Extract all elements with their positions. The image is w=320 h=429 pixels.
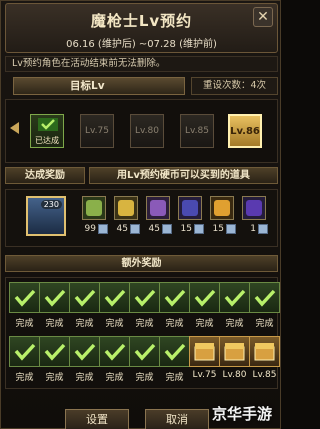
coin-icon [194,224,204,234]
shop-item-4[interactable] [178,196,202,220]
extra-reward-cell[interactable]: 完成 [9,336,40,385]
extra-reward-cell[interactable]: 完成 [39,282,70,331]
extra-reward-cell[interactable]: Lv.85 [249,336,280,385]
left-arrow-icon[interactable] [10,122,19,134]
check-icon [39,336,70,367]
reward-chest-icon [249,336,280,367]
extra-reward-cell[interactable]: 完成 [99,336,130,385]
check-icon [69,282,100,313]
window-title: 魔枪士Lv预约 [90,12,193,30]
extra-reward-cell[interactable]: 完成 [249,282,280,331]
check-icon [99,282,130,313]
level-slot-80[interactable]: Lv.80 [130,114,164,148]
reward-chest-icon [219,336,250,367]
extra-reward-grid: 完成 完成 完成 完成 完成 完成 完成 完成 完成 完成 完成 完成 完成 完成 完成 Lv.75 Lv.80… [5,277,280,389]
coin-icon [98,224,108,234]
check-icon [9,282,40,313]
check-icon [39,282,70,313]
shop-item-1[interactable] [82,196,106,220]
achieve-reward-header: 达成奖励 [5,167,85,184]
extra-reward-label: Lv.85 [252,370,277,380]
close-button[interactable]: ✕ [253,7,273,27]
target-level-label: 目标Lv [13,77,185,95]
coin-icon [258,224,268,234]
notice-text: Lv预约角色在活动结束前无法删除。 [5,56,278,72]
shop-item-5[interactable] [210,196,234,220]
extra-reward-cell[interactable]: 完成 [129,282,160,331]
item-qty: 15 [212,224,224,234]
check-icon [189,282,220,313]
level-slot-achieved[interactable]: 已达成 [30,114,64,148]
check-icon [99,336,130,367]
extra-reward-cell[interactable]: 完成 [69,282,100,331]
level-slot-75[interactable]: Lv.75 [80,114,114,148]
extra-reward-cell[interactable]: 完成 [159,282,190,331]
shop-item-2[interactable] [114,196,138,220]
level-slot-85[interactable]: Lv.85 [180,114,214,148]
check-icon [159,282,190,313]
level-slot-label: 已达成 [35,136,59,145]
extra-reward-cell[interactable]: 完成 [129,336,160,385]
extra-reward-cell[interactable]: 完成 [189,282,220,331]
coin-shop-header: 用Lv预约硬币可以买到的道具 [89,167,278,184]
item-qty: 1 [250,224,256,234]
coin-icon [130,224,140,234]
watermark-logo: 京华手游 [211,405,272,423]
lv-reservation-window: 魔枪士Lv预约 06.16 (维护后) ~07.28 (维护前) ✕ Lv预约角… [0,0,281,429]
coin-icon [226,224,236,234]
check-icon [219,282,250,313]
shop-item-6[interactable] [242,196,266,220]
extra-reward-cell[interactable]: 完成 [219,282,250,331]
item-qty: 45 [148,224,160,234]
item-qty: 15 [180,224,192,234]
reward-chest-icon [189,336,220,367]
coin-icon [162,224,172,234]
level-selector: 已达成 Lv.75 Lv.80 Lv.85 Lv.86 [5,99,278,163]
item-qty: 99 [84,224,96,234]
cancel-button[interactable]: 取消 [145,409,209,429]
event-date-range: 06.16 (维护后) ~07.28 (维护前) [66,39,217,50]
item-qty: 45 [116,224,128,234]
check-icon [129,336,160,367]
extra-reward-cell[interactable]: Lv.80 [219,336,250,385]
check-icon [9,336,40,367]
extra-reward-cell[interactable]: 完成 [99,282,130,331]
window-header: 魔枪士Lv预约 06.16 (维护后) ~07.28 (维护前) ✕ [5,3,278,53]
extra-reward-cell[interactable]: 完成 [69,336,100,385]
check-icon [38,118,58,131]
check-icon [159,336,190,367]
check-icon [249,282,280,313]
check-icon [69,336,100,367]
main-reward-badge: 230 [40,200,62,209]
extra-reward-cell[interactable]: Lv.75 [189,336,220,385]
settings-button[interactable]: 设置 [65,409,129,429]
extra-reward-cell[interactable]: 完成 [39,336,70,385]
target-level-row: 目标Lv 重设次数：4次 [5,77,278,95]
extra-reward-label: 完成 [255,319,274,329]
extra-reward-cell[interactable]: 完成 [159,336,190,385]
shop-item-3[interactable] [146,196,170,220]
level-slot-86-selected[interactable]: Lv.86 [228,114,262,148]
check-icon [129,282,160,313]
extra-reward-cell[interactable]: 完成 [9,282,40,331]
extra-reward-header: 额外奖励 [5,255,278,272]
main-reward-item[interactable]: 230 [26,196,66,236]
reset-count: 重设次数：4次 [191,77,278,95]
reward-items: 230 99 45 45 15 15 1 [5,189,278,247]
